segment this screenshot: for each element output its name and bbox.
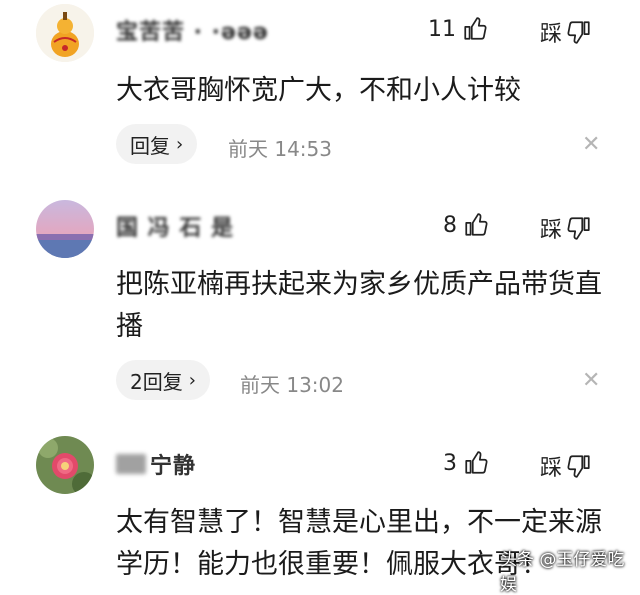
like-count: 3 xyxy=(443,450,457,476)
comment-text: 把陈亚楠再扶起来为家乡优质产品带货直播 xyxy=(116,269,602,342)
chevron-right-icon: › xyxy=(188,369,196,391)
thumb-down-icon xyxy=(567,21,590,44)
username-text: 宁静 xyxy=(150,454,197,479)
close-icon[interactable]: ✕ xyxy=(582,368,600,393)
dislike-label: 踩 xyxy=(540,456,563,481)
thumb-down-icon xyxy=(567,217,590,240)
avatar[interactable] xyxy=(36,4,94,62)
username-redacted xyxy=(116,454,146,474)
username-text: 宝苦苦 · ·ǝǝǝ xyxy=(116,20,269,45)
avatar[interactable] xyxy=(36,200,94,258)
comment-text: 大衣哥胸怀宽广大，不和小人计较 xyxy=(116,75,521,106)
dislike-label: 踩 xyxy=(540,218,563,243)
like-count: 11 xyxy=(428,16,456,42)
username[interactable]: 宁静 xyxy=(116,450,197,479)
username[interactable]: 国 冯 石 是 xyxy=(116,212,234,241)
thumb-up-icon xyxy=(465,213,488,236)
like-count: 8 xyxy=(443,212,457,238)
reply-label: 回复 xyxy=(130,133,170,158)
username[interactable]: 宝苦苦 · ·ǝǝǝ xyxy=(116,16,269,45)
like-button[interactable]: 11 xyxy=(428,16,488,42)
dislike-button[interactable]: 踩 xyxy=(540,212,592,244)
reply-button[interactable]: 2回复 › xyxy=(116,360,210,400)
chevron-right-icon: › xyxy=(176,133,184,155)
thumb-down-icon xyxy=(567,455,590,478)
rose-avatar-icon xyxy=(36,436,94,494)
watermark: 头条 @玉仔爱吃娱 xyxy=(500,550,625,595)
timestamp: 前天 13:02 xyxy=(240,373,344,397)
username-text: 国 冯 石 是 xyxy=(116,216,234,241)
dislike-label: 踩 xyxy=(540,22,563,47)
gourd-avatar-icon xyxy=(36,4,94,62)
reply-button[interactable]: 回复 › xyxy=(116,124,198,164)
like-button[interactable]: 3 xyxy=(443,450,489,476)
reply-label: 2回复 xyxy=(130,369,183,394)
dislike-button[interactable]: 踩 xyxy=(540,16,592,48)
timestamp: 前天 14:53 xyxy=(228,137,332,161)
close-icon[interactable]: ✕ xyxy=(582,132,600,157)
sunset-avatar-icon xyxy=(36,200,94,258)
dislike-button[interactable]: 踩 xyxy=(540,450,592,482)
avatar[interactable] xyxy=(36,436,94,494)
like-button[interactable]: 8 xyxy=(443,212,489,238)
thumb-up-icon xyxy=(465,451,488,474)
thumb-up-icon xyxy=(464,17,487,40)
